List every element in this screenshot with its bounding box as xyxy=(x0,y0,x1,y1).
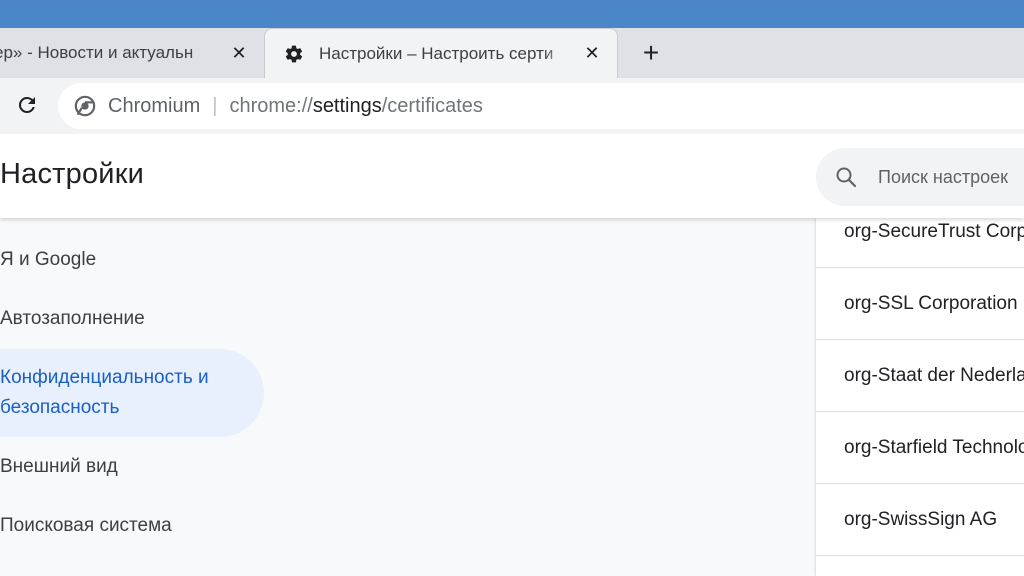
search-input[interactable] xyxy=(878,166,1024,188)
list-item[interactable]: org-Staat der Nederlanden xyxy=(816,340,1024,412)
settings-search[interactable] xyxy=(816,148,1024,206)
url-path: /certificates xyxy=(381,94,483,117)
browser-toolbar: Chromium | chrome://settings/certificate… xyxy=(0,78,1024,134)
tab-title: ер» - Новости и актуальн xyxy=(0,43,220,63)
sidebar-item-appearance[interactable]: Внешний вид xyxy=(0,452,118,482)
sidebar-item-autofill[interactable]: Автозаполнение xyxy=(0,304,145,334)
list-item[interactable]: org-Starfield Technologies xyxy=(816,412,1024,484)
settings-sidebar: Я и Google Автозаполнение Конфиденциальн… xyxy=(0,218,300,576)
certificate-list: org-SecureTrust Corporation org-SSL Corp… xyxy=(816,218,1024,576)
certificate-name: org-SecureTrust Corporation xyxy=(844,220,1024,242)
chromium-icon xyxy=(74,94,98,118)
tab-settings[interactable]: Настройки – Настроить серти ✕ xyxy=(264,28,618,78)
omnibox-separator: | xyxy=(212,94,218,117)
certificate-name: org-Starfield Technologies xyxy=(844,436,1024,458)
certificate-name: org-SwissSign AG xyxy=(844,508,998,530)
tab-strip: ер» - Новости и актуальн ✕ Настройки – Н… xyxy=(0,28,1024,78)
sidebar-item-label: Конфиденциальность и xyxy=(0,367,209,388)
tab-news[interactable]: ер» - Новости и актуальн ✕ xyxy=(0,28,264,78)
sidebar-item-search-engine[interactable]: Поисковая система xyxy=(0,511,172,541)
page-title: Настройки xyxy=(0,158,144,190)
reload-icon xyxy=(18,96,35,113)
url-scheme: chrome:// xyxy=(229,94,313,117)
search-icon xyxy=(834,164,858,190)
reload-button[interactable] xyxy=(12,90,42,120)
settings-header: Настройки xyxy=(0,134,1024,218)
tab-close-icon[interactable]: ✕ xyxy=(228,43,250,64)
list-item[interactable]: org-SSL Corporation xyxy=(816,268,1024,340)
sidebar-item-you-and-google[interactable]: Я и Google xyxy=(0,245,96,275)
new-tab-button[interactable]: + xyxy=(634,28,668,78)
certificate-name: org-SSL Corporation xyxy=(844,292,1018,314)
sidebar-item-privacy-security[interactable]: Конфиденциальность и безопасность xyxy=(0,349,264,437)
url-host: settings xyxy=(312,94,382,117)
settings-page: Настройки Я и Google Автозаполнение Конф… xyxy=(0,134,1024,576)
address-bar[interactable]: Chromium | chrome://settings/certificate… xyxy=(58,83,1024,129)
window-title-bar xyxy=(0,0,1024,28)
sidebar-item-label: безопасность xyxy=(0,397,120,418)
tab-title: Настройки – Настроить серти xyxy=(319,43,573,64)
list-item[interactable]: org-SwissSign AG xyxy=(816,484,1024,556)
tab-close-icon[interactable]: ✕ xyxy=(581,43,603,64)
certificate-name: org-Staat der Nederlanden xyxy=(844,364,1024,386)
url-text[interactable]: chrome://settings/certificates xyxy=(229,95,482,118)
site-name: Chromium xyxy=(108,94,201,117)
gear-icon xyxy=(283,43,305,65)
